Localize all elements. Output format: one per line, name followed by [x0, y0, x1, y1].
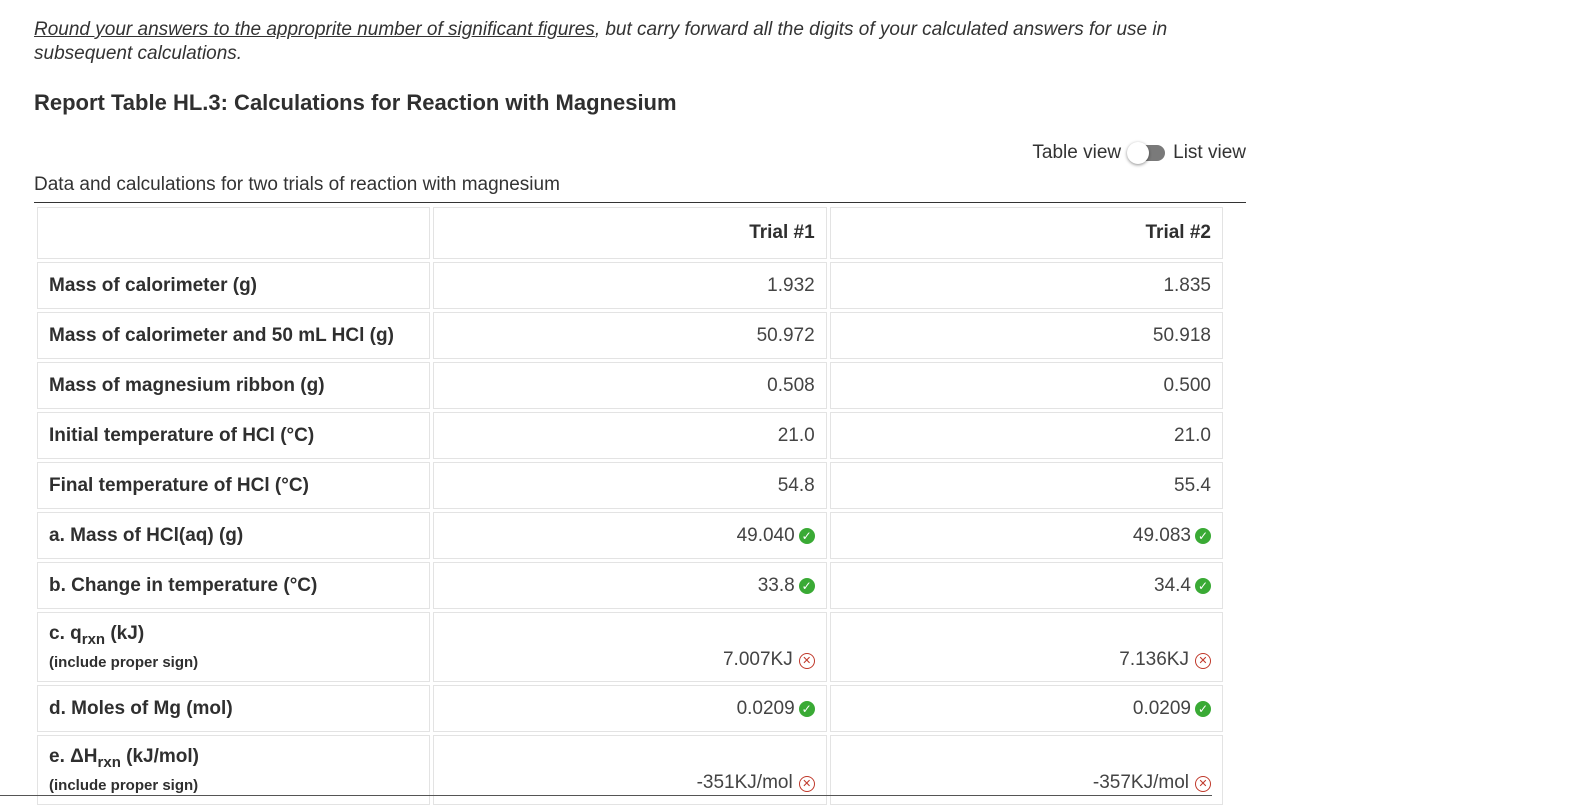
incorrect-x-icon: ✕	[1195, 776, 1211, 792]
label-subscript: rxn	[81, 631, 106, 648]
table-row: d. Moles of Mg (mol) 0.0209 ✓ 0.0209 ✓	[37, 685, 1223, 732]
row-label: d. Moles of Mg (mol)	[37, 685, 431, 732]
trial-2-value: 50.918	[829, 312, 1223, 359]
answer-value: 0.0209	[736, 697, 795, 719]
table-row: Mass of magnesium ribbon (g) 0.508 0.500	[37, 362, 1223, 409]
header-trial-1: Trial #1	[433, 207, 827, 259]
label-main: c. q	[49, 623, 82, 644]
data-table: Trial #1 Trial #2 Mass of calorimeter (g…	[34, 204, 1226, 808]
table-header-row: Trial #1 Trial #2	[37, 207, 1223, 259]
header-trial-2: Trial #2	[829, 207, 1223, 259]
trial-2-value: 55.4	[829, 462, 1223, 509]
row-note: (include proper sign)	[49, 654, 199, 671]
label-subscript: rxn	[97, 754, 121, 771]
row-label: a. Mass of HCl(aq) (g)	[37, 512, 431, 559]
answer-value: 34.4	[1154, 574, 1191, 596]
trial-2-answer[interactable]: 0.0209 ✓	[829, 685, 1223, 732]
trial-1-value: 54.8	[433, 462, 827, 509]
report-container: Round your answers to the approprite num…	[34, 0, 1246, 805]
trial-1-value: 1.932	[433, 262, 827, 309]
trial-1-answer[interactable]: 7.007KJ ✕	[433, 612, 827, 682]
answer-value: 33.8	[757, 574, 795, 596]
header-empty	[37, 207, 431, 259]
trial-2-answer[interactable]: 49.083 ✓	[829, 512, 1223, 559]
trial-1-value: 50.972	[433, 312, 827, 359]
answer-value: 0.0209	[1132, 697, 1191, 719]
viewport-bottom-edge	[0, 795, 1212, 796]
row-label: Initial temperature of HCl (°C)	[37, 412, 431, 459]
incorrect-x-icon: ✕	[1195, 653, 1211, 669]
answer-value: 49.083	[1132, 524, 1191, 546]
table-row: a. Mass of HCl(aq) (g) 49.040 ✓ 49.083 ✓	[37, 512, 1223, 559]
table-row: Mass of calorimeter and 50 mL HCl (g) 50…	[37, 312, 1223, 359]
answer-value: 49.040	[736, 524, 795, 546]
correct-check-icon: ✓	[798, 527, 815, 544]
table-row: Initial temperature of HCl (°C) 21.0 21.…	[37, 412, 1223, 459]
row-label: b. Change in temperature (°C)	[37, 562, 431, 609]
answer-value: -351KJ/mol	[696, 772, 793, 793]
incorrect-x-icon: ✕	[798, 776, 815, 792]
correct-check-icon: ✓	[1195, 700, 1211, 717]
row-label: Final temperature of HCl (°C)	[37, 462, 431, 509]
list-view-label: List view	[1173, 142, 1246, 163]
table-row: b. Change in temperature (°C) 33.8 ✓ 34.4…	[37, 562, 1223, 609]
trial-2-answer[interactable]: 7.136KJ ✕	[829, 612, 1223, 682]
trial-2-answer[interactable]: 34.4 ✓	[829, 562, 1223, 609]
trial-1-value: 21.0	[433, 412, 827, 459]
table-row: c. qrxn (kJ) (include proper sign) 7.007…	[37, 612, 1223, 682]
label-unit: (kJ/mol)	[120, 746, 199, 767]
trial-2-value: 1.835	[829, 262, 1223, 309]
instructions: Round your answers to the approprite num…	[34, 18, 1246, 66]
trial-2-value: 0.500	[829, 362, 1223, 409]
table-caption: Data and calculations for two trials of …	[34, 174, 560, 195]
correct-check-icon: ✓	[1195, 577, 1211, 594]
correct-check-icon: ✓	[1195, 527, 1211, 544]
answer-value: 7.007KJ	[722, 649, 793, 670]
view-toggle-switch[interactable]	[1127, 142, 1167, 164]
view-toggle: Table view List view	[1032, 142, 1246, 164]
caption-divider	[34, 202, 1246, 203]
answer-value: -357KJ/mol	[1092, 772, 1189, 793]
trial-2-value: 21.0	[829, 412, 1223, 459]
row-note: (include proper sign)	[49, 777, 199, 794]
correct-check-icon: ✓	[798, 700, 815, 717]
row-label: Mass of calorimeter and 50 mL HCl (g)	[37, 312, 431, 359]
correct-check-icon: ✓	[798, 577, 815, 594]
row-label: c. qrxn (kJ) (include proper sign)	[37, 612, 431, 682]
table-row: Mass of calorimeter (g) 1.932 1.835	[37, 262, 1223, 309]
table-row: Final temperature of HCl (°C) 54.8 55.4	[37, 462, 1223, 509]
trial-1-value: 0.508	[433, 362, 827, 409]
label-main: e. ΔH	[49, 746, 98, 767]
answer-value: 7.136KJ	[1119, 649, 1189, 670]
label-unit: (kJ)	[105, 623, 145, 644]
row-label: Mass of calorimeter (g)	[37, 262, 431, 309]
trial-1-answer[interactable]: 33.8 ✓	[433, 562, 827, 609]
table-view-label: Table view	[1032, 142, 1122, 163]
row-label: Mass of magnesium ribbon (g)	[37, 362, 431, 409]
sig-figs-link[interactable]: Round your answers to the approprite num…	[34, 19, 595, 40]
toggle-knob	[1127, 142, 1150, 164]
trial-1-answer[interactable]: 0.0209 ✓	[433, 685, 827, 732]
incorrect-x-icon: ✕	[798, 653, 815, 669]
report-title: Report Table HL.3: Calculations for Reac…	[34, 90, 677, 115]
trial-1-answer[interactable]: 49.040 ✓	[433, 512, 827, 559]
